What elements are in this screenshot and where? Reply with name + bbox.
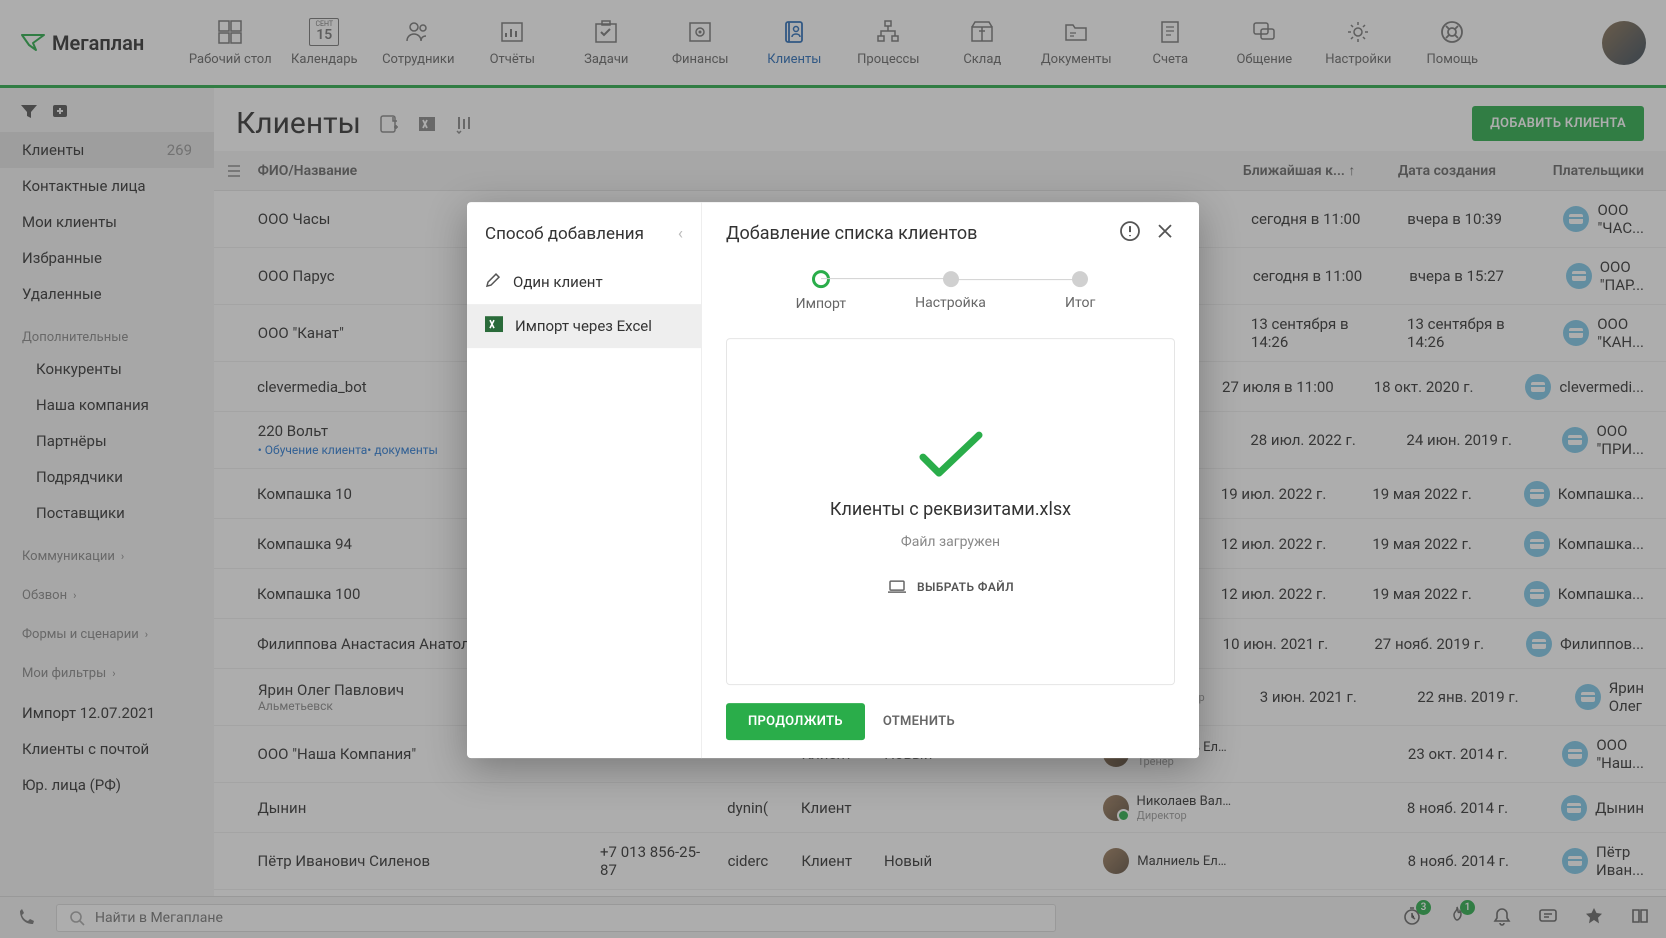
continue-button[interactable]: ПРОДОЛЖИТЬ — [726, 703, 865, 740]
pen-icon — [485, 272, 501, 292]
check-icon — [915, 429, 987, 485]
info-icon[interactable] — [1119, 220, 1141, 246]
choose-file-button[interactable]: ВЫБРАТЬ ФАЙЛ — [887, 580, 1014, 594]
uploaded-file-status: Файл загружен — [901, 534, 1000, 550]
modal-option[interactable]: Один клиент — [467, 260, 701, 304]
modal-option[interactable]: Импорт через Excel — [467, 304, 701, 348]
cancel-button[interactable]: ОТМЕНИТЬ — [883, 714, 955, 729]
import-modal: Способ добавления ‹ Один клиентИмпорт че… — [467, 202, 1199, 758]
modal-left-title: Способ добавления — [485, 224, 644, 244]
laptop-icon — [887, 580, 907, 594]
step: Импорт — [756, 270, 886, 312]
chevron-left-icon[interactable]: ‹ — [678, 224, 683, 244]
uploaded-file-name: Клиенты с реквизитами.xlsx — [830, 499, 1071, 520]
excel-icon — [485, 316, 503, 336]
close-icon[interactable] — [1155, 221, 1175, 245]
step: Итог — [1015, 271, 1145, 311]
modal-title: Добавление списка клиентов — [726, 223, 1105, 244]
upload-dropzone[interactable]: Клиенты с реквизитами.xlsx Файл загружен… — [726, 338, 1175, 685]
step: Настройка — [886, 271, 1016, 311]
